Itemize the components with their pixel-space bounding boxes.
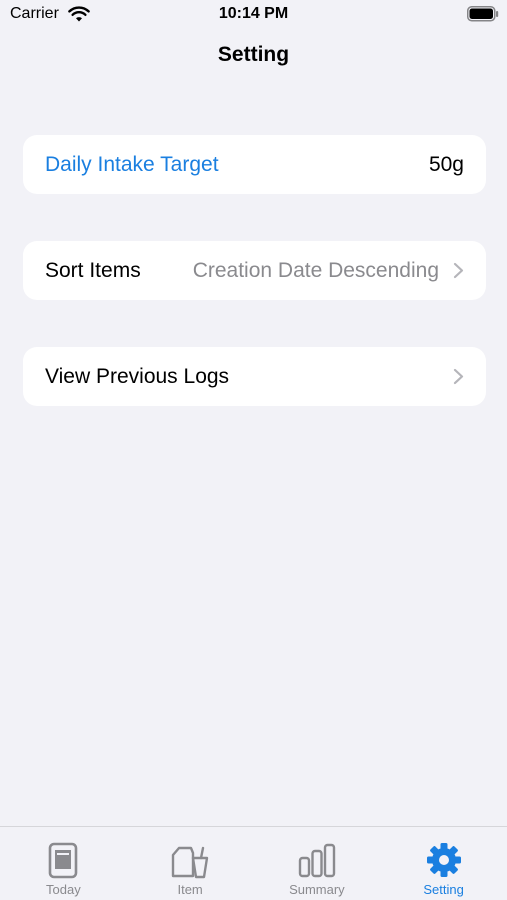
sort-items-label: Sort Items: [45, 258, 141, 282]
page-title: Setting: [217, 43, 290, 66]
view-previous-logs-row[interactable]: View Previous Logs: [23, 347, 486, 406]
item-icon: [171, 846, 209, 879]
view-previous-logs-label: View Previous Logs: [45, 364, 230, 388]
sort-items-row[interactable]: Sort Items Creation Date Descending: [23, 241, 486, 300]
daily-intake-target-row[interactable]: Daily Intake Target 50g: [23, 135, 486, 194]
gear-icon: [426, 843, 461, 877]
tab-today[interactable]: Today: [0, 827, 127, 900]
chevron-right-icon: [453, 368, 464, 385]
tab-item[interactable]: Item: [127, 827, 254, 900]
daily-intake-target-value: 50g: [428, 152, 464, 176]
tab-setting[interactable]: Setting: [380, 827, 507, 900]
tab-setting-label: Setting: [423, 882, 464, 897]
tab-today-label: Today: [46, 882, 81, 897]
battery-icon: [467, 6, 499, 22]
tab-bar: Today Item Summary Setting: [0, 826, 507, 900]
tab-summary-label: Summary: [289, 882, 345, 897]
tab-item-label: Item: [177, 882, 203, 897]
tab-summary[interactable]: Summary: [254, 827, 381, 900]
summary-icon: [298, 843, 336, 878]
settings-screen: Carrier 10:14 PM Setting Daily Intake Ta…: [0, 0, 507, 900]
today-icon: [49, 842, 78, 879]
daily-intake-target-label: Daily Intake Target: [45, 152, 219, 176]
status-bar: Carrier 10:14 PM: [0, 0, 507, 32]
chevron-right-icon: [453, 262, 464, 279]
sort-items-value: Creation Date Descending: [192, 258, 439, 282]
status-time: 10:14 PM: [218, 5, 289, 22]
